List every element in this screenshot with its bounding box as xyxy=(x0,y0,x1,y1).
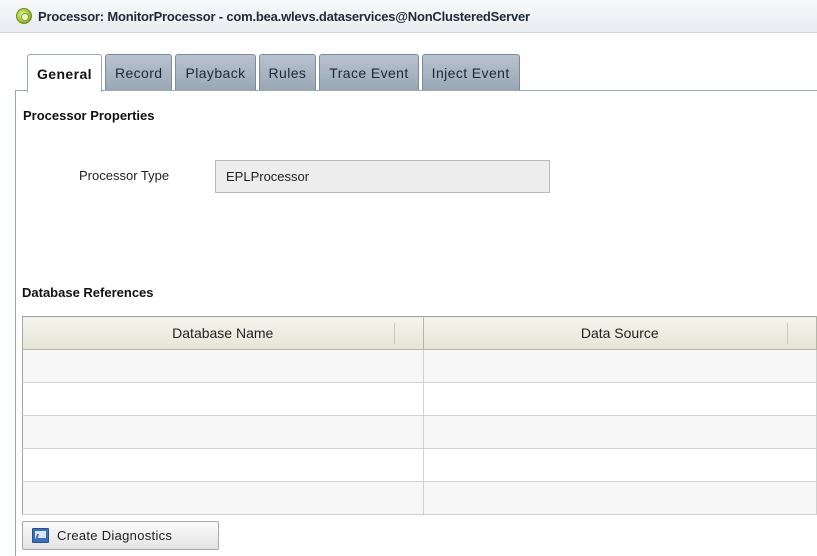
data-source-cell[interactable] xyxy=(423,382,817,416)
table-row[interactable] xyxy=(22,415,817,449)
tab-general[interactable]: General xyxy=(27,54,102,92)
column-header-database-name[interactable]: Database Name xyxy=(22,316,424,350)
table-row[interactable] xyxy=(22,448,817,482)
tab-trace-event[interactable]: Trace Event xyxy=(319,54,419,91)
processor-type-label: Processor Type xyxy=(79,168,170,183)
database-name-cell[interactable] xyxy=(22,349,424,383)
diagnostics-chart-icon xyxy=(32,528,49,543)
database-name-cell[interactable] xyxy=(22,481,424,515)
database-references-heading: Database References xyxy=(22,285,154,300)
database-name-cell[interactable] xyxy=(22,448,424,482)
processor-gear-icon xyxy=(16,8,32,24)
data-source-cell[interactable] xyxy=(423,481,817,515)
table-row[interactable] xyxy=(22,382,817,416)
tab-strip: General Record Playback Rules Trace Even… xyxy=(27,54,523,92)
column-header-data-source[interactable]: Data Source xyxy=(423,316,817,350)
data-source-cell[interactable] xyxy=(423,415,817,449)
column-divider xyxy=(787,323,788,344)
table-row[interactable] xyxy=(22,481,817,515)
column-divider xyxy=(393,323,395,344)
window-title: Processor: MonitorProcessor - com.bea.wl… xyxy=(38,8,530,24)
database-references-table: Database Name Data Source xyxy=(22,316,817,515)
create-diagnostics-button[interactable]: Create Diagnostics xyxy=(22,521,219,550)
tab-inject-event[interactable]: Inject Event xyxy=(421,54,520,91)
table-header-row: Database Name Data Source xyxy=(22,316,817,350)
tab-playback[interactable]: Playback xyxy=(175,54,256,91)
column-header-label: Data Source xyxy=(580,325,659,341)
table-row[interactable] xyxy=(22,349,817,383)
data-source-cell[interactable] xyxy=(423,349,817,383)
processor-type-field: EPLProcessor xyxy=(215,160,550,193)
database-name-cell[interactable] xyxy=(22,415,424,449)
column-header-label: Database Name xyxy=(172,325,274,341)
processor-properties-heading: Processor Properties xyxy=(23,108,155,123)
window-title-bar: Processor: MonitorProcessor - com.bea.wl… xyxy=(0,0,817,33)
data-source-cell[interactable] xyxy=(423,448,817,482)
create-diagnostics-label: Create Diagnostics xyxy=(57,528,173,543)
tab-record[interactable]: Record xyxy=(104,54,173,91)
tab-rules[interactable]: Rules xyxy=(258,54,317,91)
database-name-cell[interactable] xyxy=(22,382,424,416)
